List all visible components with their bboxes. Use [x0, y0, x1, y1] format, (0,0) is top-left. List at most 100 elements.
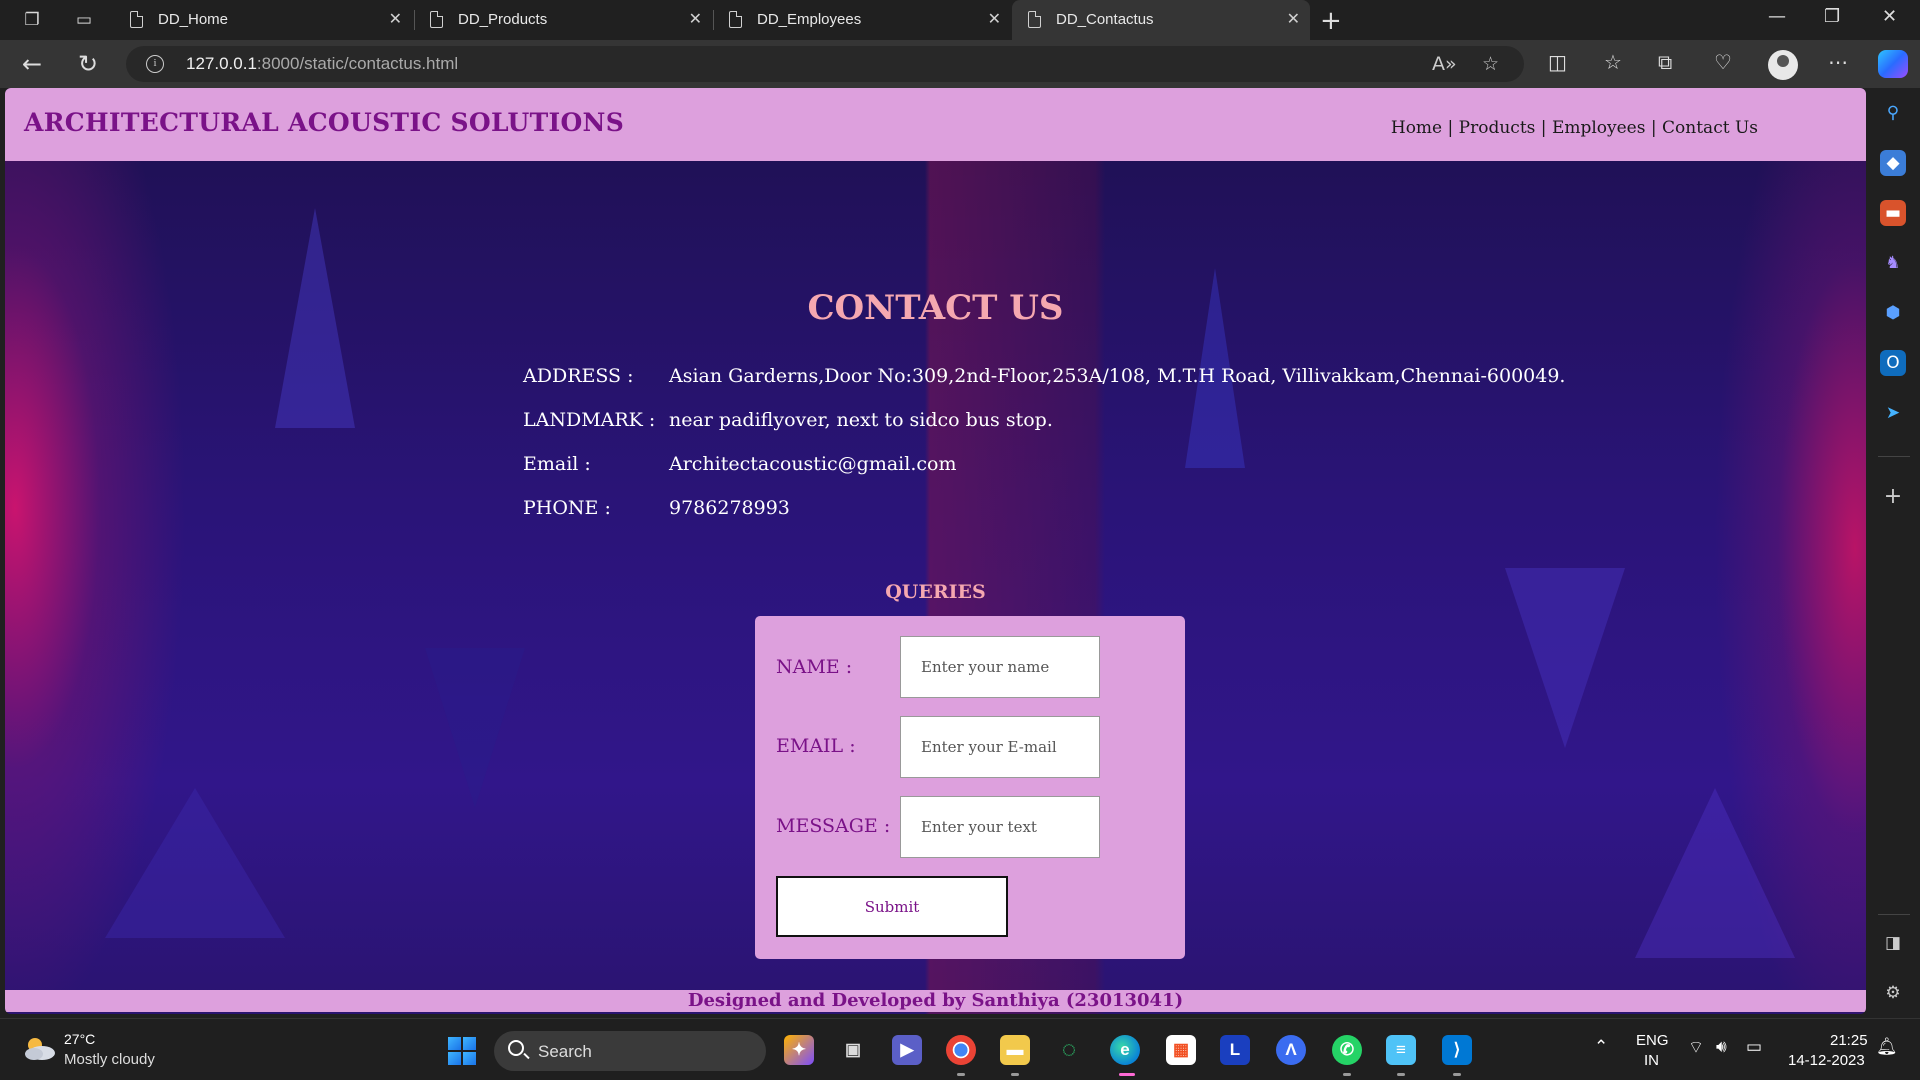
tab-dd-contactus[interactable]: DD_Contactus ✕ [1012, 0, 1310, 40]
back-icon[interactable]: ← [22, 50, 42, 78]
taskbar-search[interactable]: Search [494, 1031, 766, 1071]
restore-icon[interactable]: ❐ [1824, 6, 1840, 27]
region-indicator[interactable]: IN [1644, 1052, 1659, 1069]
email-value: Architectacoustic@gmail.com [669, 453, 957, 475]
spinner-app-icon[interactable]: ◌ [1054, 1035, 1084, 1065]
favorites-icon[interactable]: ☆ [1604, 50, 1622, 74]
nav-link-employees[interactable]: Employees [1552, 118, 1646, 138]
tab-dd-products[interactable]: DD_Products ✕ [414, 0, 712, 40]
queries-heading: QUERIES [885, 581, 986, 603]
phone-value: 9786278993 [669, 497, 790, 519]
background-shard [105, 788, 285, 938]
tools-icon[interactable]: ▬ [1880, 200, 1906, 226]
microsoft-store-icon[interactable]: ▦ [1166, 1035, 1196, 1065]
file-explorer-icon[interactable]: ▬ [1000, 1035, 1030, 1065]
hide-sidebar-icon[interactable]: ◨ [1880, 930, 1906, 956]
profile-avatar[interactable] [1768, 50, 1798, 80]
windows-start-icon[interactable] [448, 1037, 476, 1065]
email-label: EMAIL : [776, 735, 856, 757]
add-icon[interactable]: + [1880, 484, 1906, 510]
close-icon[interactable]: ✕ [389, 9, 402, 29]
notepad-icon[interactable]: ≡ [1386, 1035, 1416, 1065]
tab-label: DD_Products [458, 11, 548, 28]
submit-button[interactable]: Submit [776, 876, 1008, 937]
workspaces-icon[interactable]: ❐ [20, 8, 44, 32]
window-close-icon[interactable]: ✕ [1882, 6, 1897, 27]
page-title: CONTACT US [807, 288, 1064, 328]
weather-temperature: 27°C [64, 1031, 96, 1047]
main-nav: Home | Products | Employees | Contact Us [1391, 118, 1758, 138]
tab-label: DD_Home [158, 11, 229, 28]
landmark-label: LANDMARK : [523, 409, 656, 431]
cloudy-weather-icon[interactable] [22, 1035, 56, 1061]
running-indicator [1011, 1073, 1019, 1076]
show-hidden-icons-chevron[interactable]: ⌃ [1594, 1037, 1608, 1057]
site-footer: Designed and Developed by Santhiya (2301… [5, 990, 1866, 1012]
games-icon[interactable]: ♞ [1880, 250, 1906, 276]
copilot-icon[interactable] [1878, 50, 1908, 78]
send-icon[interactable]: ➤ [1880, 400, 1906, 426]
tab-actions-icon[interactable]: ▭ [72, 8, 96, 32]
nav-link-home[interactable]: Home [1391, 118, 1442, 138]
message-label: MESSAGE : [776, 815, 891, 837]
arc-app-icon[interactable]: Λ [1276, 1035, 1306, 1065]
background-shard [1635, 788, 1795, 958]
tab-dd-home[interactable]: DD_Home ✕ [114, 0, 412, 40]
name-label: NAME : [776, 656, 853, 678]
nav-link-products[interactable]: Products [1459, 118, 1536, 138]
taskbar-date[interactable]: 14-12-2023 [1788, 1052, 1865, 1069]
wifi-icon[interactable]: ⌔ [1688, 1037, 1704, 1058]
sidebar-divider [1878, 914, 1910, 915]
favorite-star-icon[interactable]: ☆ [1482, 53, 1499, 75]
close-icon[interactable]: ✕ [1287, 9, 1300, 29]
search-label: Search [538, 1042, 592, 1061]
microsoft-365-icon[interactable]: ⬢ [1880, 300, 1906, 326]
launcher-l-icon[interactable]: L [1220, 1035, 1250, 1065]
battery-icon[interactable]: ▭ [1746, 1037, 1762, 1057]
chrome-icon[interactable] [946, 1035, 976, 1065]
nav-separator: | [1645, 118, 1663, 138]
collections-icon[interactable]: ⧉ [1658, 50, 1672, 74]
address-value: Asian Garderns,Door No:309,2nd-Floor,253… [669, 365, 1566, 387]
windows-taskbar: 27°C Mostly cloudy Search ✦ ▣ ▶ ▬ ◌ e ▦ … [0, 1018, 1920, 1080]
tab-dd-employees[interactable]: DD_Employees ✕ [713, 0, 1011, 40]
site-info-icon[interactable]: i [146, 55, 164, 73]
tab-label: DD_Contactus [1056, 11, 1154, 28]
shopping-tag-icon[interactable]: ◆ [1880, 150, 1906, 176]
close-icon[interactable]: ✕ [689, 9, 702, 29]
settings-gear-icon[interactable]: ⚙ [1880, 980, 1906, 1006]
site-header: ARCHITECTURAL ACOUSTIC SOLUTIONS Home | … [5, 88, 1866, 161]
browser-essentials-icon[interactable]: ♡ [1714, 50, 1732, 74]
close-icon[interactable]: ✕ [988, 9, 1001, 29]
refresh-icon[interactable]: ↻ [78, 50, 98, 78]
page-icon [729, 11, 742, 28]
volume-icon[interactable]: 🔊︎ [1716, 1037, 1727, 1057]
read-aloud-icon[interactable]: A» [1432, 53, 1457, 75]
running-indicator [1343, 1073, 1351, 1076]
taskbar-time[interactable]: 21:25 [1830, 1032, 1868, 1049]
background-shard [425, 648, 525, 808]
name-input[interactable] [900, 636, 1100, 698]
email-input[interactable] [900, 716, 1100, 778]
url-text: 127.0.0.1:8000/static/contactus.html [186, 54, 459, 73]
teams-meet-icon[interactable]: ▶ [892, 1035, 922, 1065]
search-icon[interactable]: ⚲ [1880, 100, 1906, 126]
new-tab-icon[interactable]: + [1320, 6, 1342, 36]
nav-separator: | [1535, 118, 1552, 138]
edge-sidebar: ⚲ ◆ ▬ ♞ ⬢ O ➤ + ◨ ⚙ [1866, 88, 1920, 1018]
page-icon [430, 11, 443, 28]
outlook-icon[interactable]: O [1880, 350, 1906, 376]
language-indicator[interactable]: ENG [1636, 1032, 1669, 1049]
notification-bell-icon[interactable]: 🔔︎ [1876, 1037, 1898, 1057]
more-options-icon[interactable]: ⋯ [1828, 50, 1848, 74]
task-view-icon[interactable]: ▣ [838, 1035, 868, 1065]
vscode-icon[interactable]: ⟩ [1442, 1035, 1472, 1065]
nav-link-contact-us[interactable]: Contact Us [1662, 118, 1758, 138]
copilot-preview-icon[interactable]: ✦ [784, 1035, 814, 1065]
minimize-icon[interactable]: — [1768, 6, 1786, 27]
message-input[interactable] [900, 796, 1100, 858]
edge-icon[interactable]: e [1110, 1035, 1140, 1065]
whatsapp-icon[interactable]: ✆ [1332, 1035, 1362, 1065]
address-bar[interactable]: i 127.0.0.1:8000/static/contactus.html A… [126, 46, 1524, 82]
split-screen-icon[interactable]: ◫ [1548, 50, 1567, 74]
